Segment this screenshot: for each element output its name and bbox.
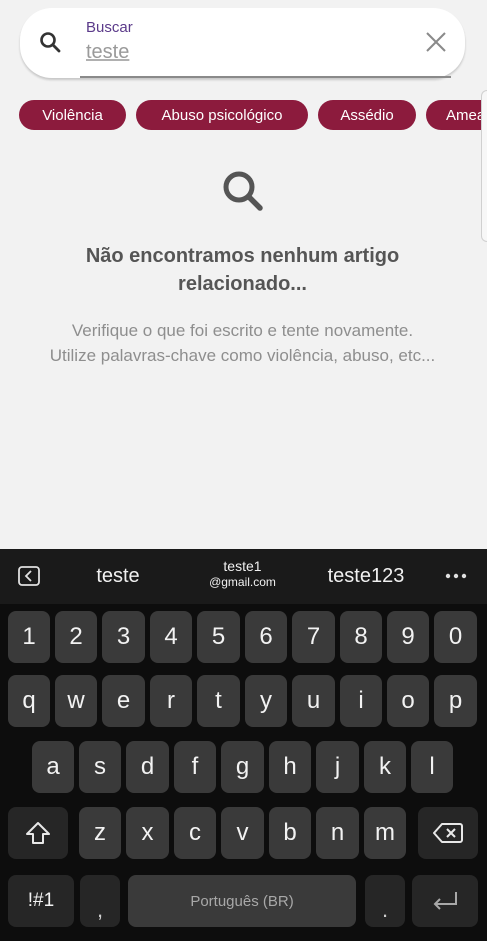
key-w[interactable]: w bbox=[55, 675, 97, 727]
close-icon[interactable] bbox=[424, 30, 448, 54]
search-bar[interactable]: Buscar teste bbox=[20, 8, 465, 78]
backspace-icon bbox=[433, 823, 463, 843]
chip-abuso-psicologico[interactable]: Abuso psicológico bbox=[136, 100, 308, 130]
key-d[interactable]: d bbox=[126, 741, 169, 793]
key-s[interactable]: s bbox=[79, 741, 121, 793]
key-7[interactable]: 7 bbox=[292, 611, 335, 663]
keyboard: teste teste1 @gmail.com teste123 1 2 3 4… bbox=[0, 549, 487, 941]
key-u[interactable]: u bbox=[292, 675, 335, 727]
empty-title-line1: Não encontramos nenhum artigo bbox=[85, 245, 400, 267]
filter-chips: Violência Abuso psicológico Assédio Amea bbox=[0, 98, 487, 132]
key-h[interactable]: h bbox=[269, 741, 311, 793]
key-m[interactable]: m bbox=[364, 807, 406, 859]
search-input[interactable]: teste bbox=[86, 41, 129, 64]
shift-icon bbox=[26, 822, 50, 844]
key-9[interactable]: 9 bbox=[387, 611, 429, 663]
empty-hint-line2: Utilize palavras-chave como violência, a… bbox=[49, 346, 436, 365]
comma-key[interactable]: , bbox=[80, 875, 120, 927]
suggestion-bar: teste teste1 @gmail.com teste123 bbox=[0, 549, 487, 604]
empty-state-title: Não encontramos nenhum artigo relacionad… bbox=[40, 242, 445, 298]
key-e[interactable]: e bbox=[102, 675, 145, 727]
search-underline bbox=[80, 76, 451, 78]
suggestion-left[interactable]: teste bbox=[78, 565, 158, 588]
chip-violencia[interactable]: Violência bbox=[19, 100, 126, 130]
search-label: Buscar bbox=[86, 19, 133, 36]
more-options-icon[interactable] bbox=[445, 573, 467, 579]
key-l[interactable]: l bbox=[411, 741, 453, 793]
key-v[interactable]: v bbox=[221, 807, 264, 859]
key-p[interactable]: p bbox=[434, 675, 477, 727]
suggestion-middle-line2: @gmail.com bbox=[209, 575, 276, 589]
key-f[interactable]: f bbox=[174, 741, 216, 793]
key-k[interactable]: k bbox=[364, 741, 406, 793]
empty-state-hint: Verifique o que foi escrito e tente nova… bbox=[20, 318, 465, 368]
key-0[interactable]: 0 bbox=[434, 611, 477, 663]
enter-icon bbox=[433, 892, 457, 910]
key-2[interactable]: 2 bbox=[55, 611, 97, 663]
key-4[interactable]: 4 bbox=[150, 611, 192, 663]
keyboard-collapse-icon[interactable] bbox=[18, 566, 40, 586]
shift-key[interactable] bbox=[8, 807, 68, 859]
key-n[interactable]: n bbox=[316, 807, 359, 859]
suggestion-right[interactable]: teste123 bbox=[316, 565, 416, 588]
key-8[interactable]: 8 bbox=[340, 611, 382, 663]
symbols-key[interactable]: !#1 bbox=[8, 875, 74, 927]
chip-ameaca[interactable]: Amea bbox=[426, 100, 487, 130]
empty-title-line2: relacionado... bbox=[178, 273, 307, 295]
key-i[interactable]: i bbox=[340, 675, 382, 727]
key-g[interactable]: g bbox=[221, 741, 264, 793]
key-o[interactable]: o bbox=[387, 675, 429, 727]
key-c[interactable]: c bbox=[174, 807, 216, 859]
scrollbar[interactable] bbox=[481, 90, 487, 242]
chip-assedio[interactable]: Assédio bbox=[318, 100, 416, 130]
backspace-key[interactable] bbox=[418, 807, 478, 859]
search-icon bbox=[223, 171, 263, 211]
key-5[interactable]: 5 bbox=[197, 611, 240, 663]
suggestion-middle[interactable]: teste1 @gmail.com bbox=[185, 558, 300, 589]
key-t[interactable]: t bbox=[197, 675, 240, 727]
search-icon[interactable] bbox=[38, 30, 62, 54]
key-6[interactable]: 6 bbox=[245, 611, 287, 663]
key-3[interactable]: 3 bbox=[102, 611, 145, 663]
key-y[interactable]: y bbox=[245, 675, 287, 727]
key-b[interactable]: b bbox=[269, 807, 311, 859]
key-r[interactable]: r bbox=[150, 675, 192, 727]
key-a[interactable]: a bbox=[32, 741, 74, 793]
space-key[interactable]: Português (BR) bbox=[128, 875, 356, 927]
period-key[interactable]: . bbox=[365, 875, 405, 927]
key-j[interactable]: j bbox=[316, 741, 359, 793]
key-z[interactable]: z bbox=[79, 807, 121, 859]
key-x[interactable]: x bbox=[126, 807, 169, 859]
key-1[interactable]: 1 bbox=[8, 611, 50, 663]
enter-key[interactable] bbox=[412, 875, 478, 927]
key-q[interactable]: q bbox=[8, 675, 50, 727]
suggestion-middle-line1: teste1 bbox=[223, 558, 262, 574]
empty-hint-line1: Verifique o que foi escrito e tente nova… bbox=[71, 321, 414, 340]
